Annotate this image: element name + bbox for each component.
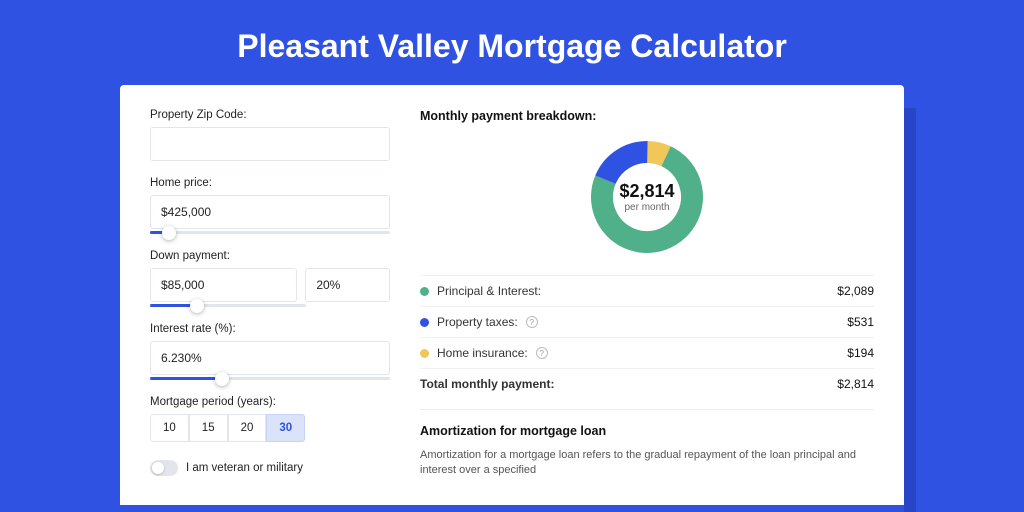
info-icon[interactable]: ? (526, 316, 538, 328)
home-price-label: Home price: (150, 177, 390, 189)
veteran-toggle-row: I am veteran or military (150, 460, 390, 476)
amortization-text: Amortization for a mortgage loan refers … (420, 448, 874, 479)
amortization-title: Amortization for mortgage loan (420, 424, 874, 438)
interest-slider-thumb[interactable] (215, 372, 229, 386)
breakdown-row-insurance: Home insurance: ? $194 (420, 337, 874, 368)
interest-input[interactable] (150, 341, 390, 375)
donut-chart-wrap: $2,814 per month (420, 137, 874, 257)
breakdown-val-principal: $2,089 (837, 284, 874, 298)
page-title: Pleasant Valley Mortgage Calculator (0, 0, 1024, 85)
calculator-card: Property Zip Code: Home price: Down paym… (120, 85, 904, 505)
breakdown-row-principal: Principal & Interest: $2,089 (420, 275, 874, 306)
down-payment-label: Down payment: (150, 250, 390, 262)
donut-sub: per month (624, 202, 669, 213)
breakdown-title: Monthly payment breakdown: (420, 109, 874, 123)
home-price-slider-thumb[interactable] (162, 226, 176, 240)
info-icon[interactable]: ? (536, 347, 548, 359)
breakdown-row-total: Total monthly payment: $2,814 (420, 368, 874, 399)
breakdown-val-total: $2,814 (837, 377, 874, 391)
down-payment-pct-input[interactable] (305, 268, 390, 302)
period-label: Mortgage period (years): (150, 396, 390, 408)
amortization-section: Amortization for mortgage loan Amortizat… (420, 409, 874, 479)
interest-slider[interactable] (150, 377, 390, 380)
veteran-toggle[interactable] (150, 460, 178, 476)
veteran-toggle-knob (152, 462, 164, 474)
interest-field-group: Interest rate (%): (150, 323, 390, 380)
donut-center: $2,814 per month (587, 137, 707, 257)
breakdown-val-insurance: $194 (847, 346, 874, 360)
breakdown-row-taxes: Property taxes: ? $531 (420, 306, 874, 337)
period-buttons: 10 15 20 30 (150, 414, 390, 442)
period-field-group: Mortgage period (years): 10 15 20 30 (150, 396, 390, 442)
veteran-label: I am veteran or military (186, 462, 303, 474)
interest-label: Interest rate (%): (150, 323, 390, 335)
card-shadow (904, 108, 916, 512)
zip-label: Property Zip Code: (150, 109, 390, 121)
period-btn-30[interactable]: 30 (266, 414, 305, 442)
period-btn-20[interactable]: 20 (228, 414, 267, 442)
donut-chart: $2,814 per month (587, 137, 707, 257)
breakdown-panel: Monthly payment breakdown: $2,814 per mo… (420, 109, 874, 505)
dot-insurance-icon (420, 349, 429, 358)
breakdown-label-total: Total monthly payment: (420, 377, 554, 391)
down-payment-slider[interactable] (150, 304, 306, 307)
form-panel: Property Zip Code: Home price: Down paym… (150, 109, 390, 505)
down-payment-field-group: Down payment: (150, 250, 390, 307)
down-payment-input[interactable] (150, 268, 297, 302)
home-price-input[interactable] (150, 195, 390, 229)
zip-field-group: Property Zip Code: (150, 109, 390, 161)
dot-principal-icon (420, 287, 429, 296)
down-payment-slider-thumb[interactable] (190, 299, 204, 313)
period-btn-15[interactable]: 15 (189, 414, 228, 442)
interest-slider-fill (150, 377, 222, 380)
donut-amount: $2,814 (619, 181, 674, 202)
home-price-field-group: Home price: (150, 177, 390, 234)
breakdown-label-taxes: Property taxes: (437, 315, 518, 329)
breakdown-label-insurance: Home insurance: (437, 346, 528, 360)
zip-input[interactable] (150, 127, 390, 161)
breakdown-label-principal: Principal & Interest: (437, 284, 541, 298)
period-btn-10[interactable]: 10 (150, 414, 189, 442)
home-price-slider[interactable] (150, 231, 390, 234)
breakdown-val-taxes: $531 (847, 315, 874, 329)
dot-taxes-icon (420, 318, 429, 327)
